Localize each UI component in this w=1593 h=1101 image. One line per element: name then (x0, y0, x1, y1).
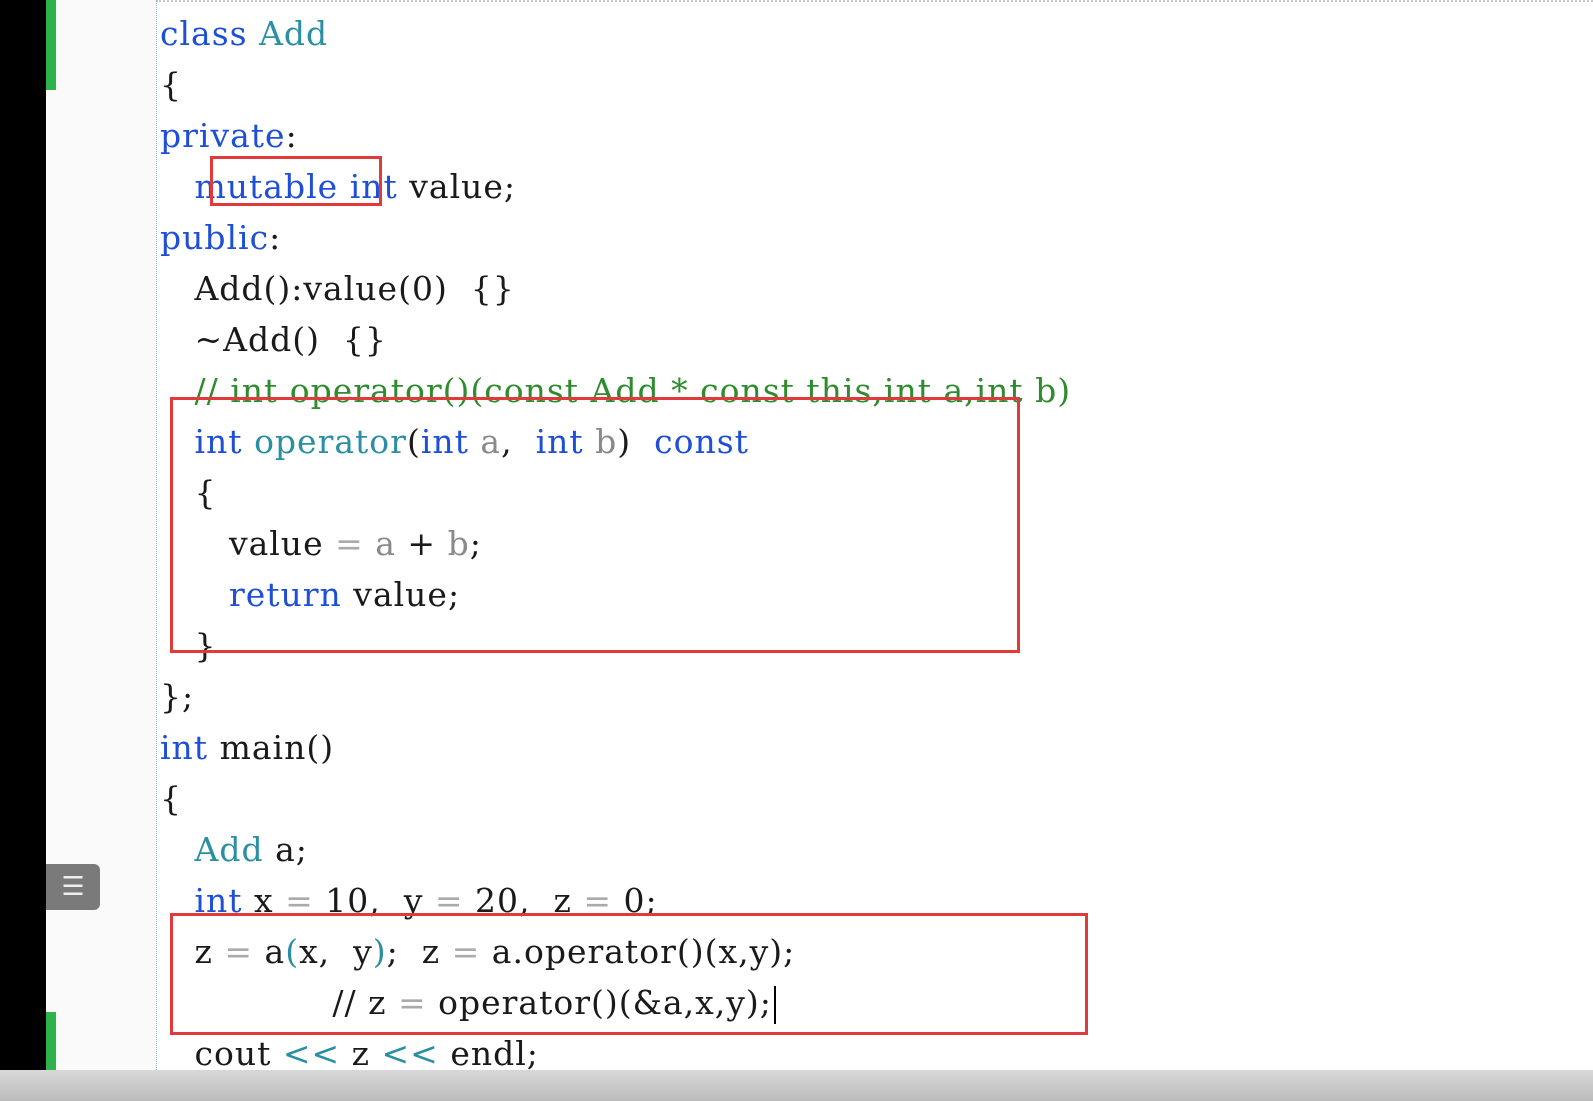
top-ruler (156, 0, 1593, 2)
code-line: }; (160, 677, 195, 716)
change-indicator-top (46, 0, 56, 90)
code-line: ~Add() {} (160, 320, 387, 359)
code-line: int main() (160, 728, 335, 767)
highlight-box-operator (170, 397, 1020, 653)
code-line: Add a; (194, 830, 308, 869)
code-line: { (160, 65, 182, 104)
left-border (0, 0, 46, 1101)
list-icon[interactable]: ☰ (46, 864, 100, 910)
code-line: private: (160, 116, 298, 155)
horizontal-scrollbar[interactable] (0, 1070, 1593, 1101)
highlight-box-mutable (210, 156, 382, 206)
code-line: { (160, 779, 182, 818)
editor-gutter (46, 0, 156, 1101)
highlight-box-call (170, 913, 1088, 1035)
code-line: public: (160, 218, 282, 257)
code-line: class Add (160, 14, 329, 53)
indent-guide (156, 0, 157, 1070)
code-line: Add():value(0) {} (160, 269, 515, 308)
